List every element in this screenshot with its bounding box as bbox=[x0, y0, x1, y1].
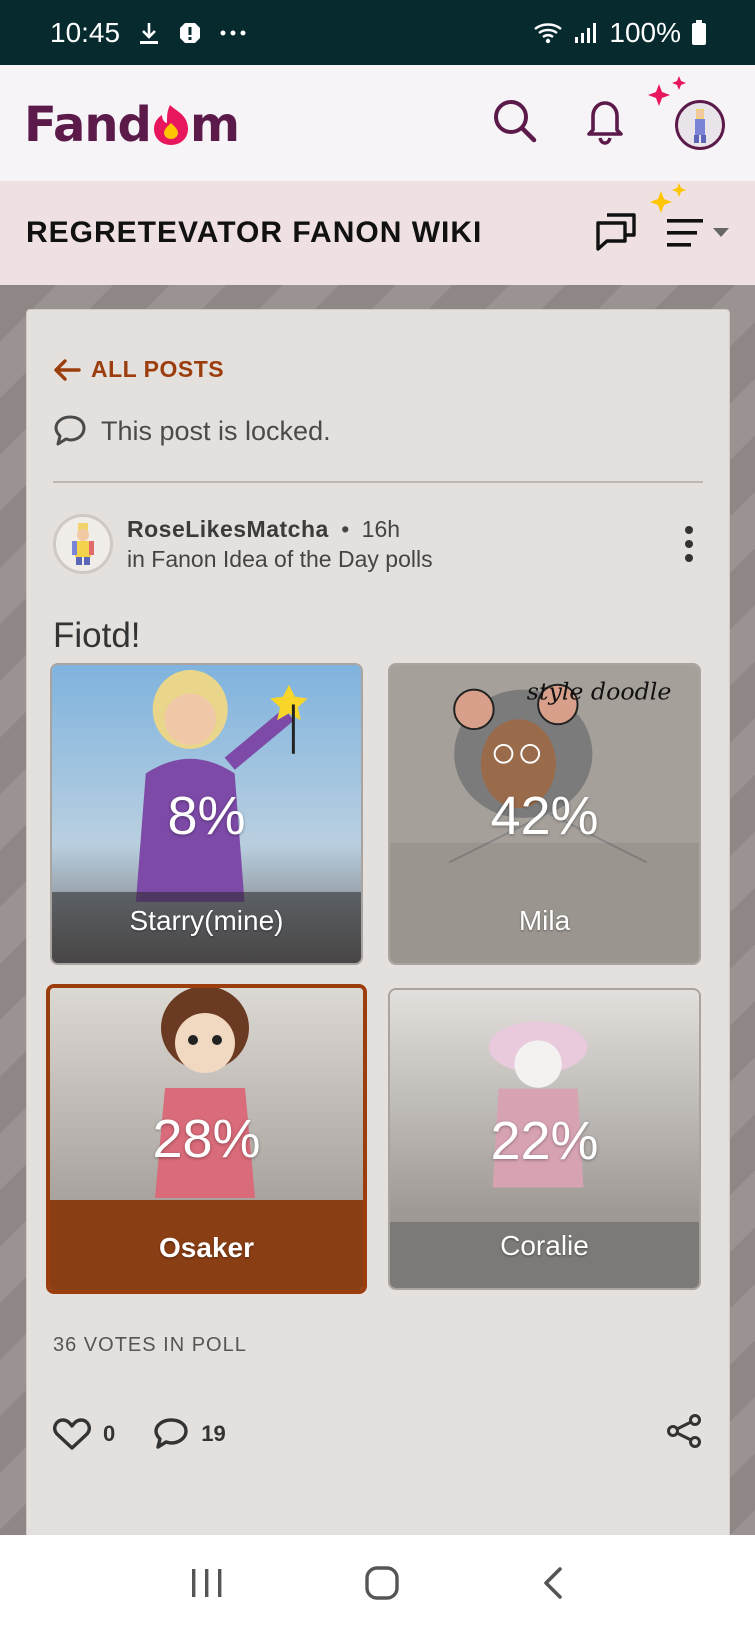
author-avatar[interactable] bbox=[53, 514, 113, 574]
signal-icon bbox=[573, 21, 599, 45]
alert-icon bbox=[178, 21, 202, 45]
poll-option-starry[interactable]: 8% Starry(mine) bbox=[50, 663, 363, 965]
locked-notice: This post is locked. bbox=[53, 414, 331, 448]
wiki-bar: REGRETEVATOR FANON WIKI bbox=[0, 181, 755, 285]
author-name[interactable]: RoseLikesMatcha bbox=[127, 516, 329, 542]
more-dot bbox=[685, 554, 693, 562]
svg-text:Fand: Fand bbox=[24, 97, 151, 153]
battery-text: 100% bbox=[609, 16, 681, 48]
chevron-down-icon bbox=[713, 228, 729, 237]
poll-percent: 8% bbox=[167, 786, 246, 846]
comment-icon bbox=[154, 1418, 188, 1449]
fandom-header: Fand m bbox=[0, 65, 755, 181]
post-category[interactable]: in Fanon Idea of the Day polls bbox=[127, 544, 433, 574]
all-posts-label: ALL POSTS bbox=[91, 356, 225, 382]
download-icon bbox=[138, 21, 160, 45]
poll-option-mila[interactable]: style doodle 42% Mila bbox=[388, 663, 701, 965]
home-icon[interactable] bbox=[364, 1565, 400, 1606]
all-posts-link[interactable]: ALL POSTS bbox=[53, 356, 224, 383]
wiki-title[interactable]: REGRETEVATOR FANON WIKI bbox=[26, 216, 482, 250]
avatar-icon bbox=[675, 100, 725, 150]
menu-icon[interactable] bbox=[650, 183, 729, 249]
status-time: 10:45 bbox=[50, 16, 121, 48]
svg-text:m: m bbox=[190, 97, 239, 153]
post-actions: 0 19 bbox=[53, 1414, 703, 1454]
user-avatar[interactable] bbox=[648, 76, 725, 150]
like-button[interactable]: 0 bbox=[53, 1417, 115, 1451]
divider bbox=[53, 481, 703, 483]
arrow-left-icon bbox=[54, 358, 81, 381]
post-time: 16h bbox=[361, 516, 401, 542]
wifi-icon bbox=[533, 21, 563, 45]
poll-label: Mila bbox=[518, 905, 571, 936]
comment-count: 19 bbox=[201, 1421, 226, 1446]
heart-icon bbox=[53, 1418, 91, 1450]
like-count: 0 bbox=[103, 1421, 116, 1446]
more-dot bbox=[685, 526, 693, 534]
more-options-button[interactable] bbox=[675, 522, 703, 566]
back-icon[interactable] bbox=[541, 1566, 565, 1605]
battery-icon bbox=[691, 19, 707, 46]
poll-label: Starry(mine) bbox=[129, 905, 284, 936]
poll-percent: 28% bbox=[152, 1109, 261, 1169]
poll-label: Coralie bbox=[500, 1230, 589, 1261]
more-dot bbox=[685, 540, 693, 548]
poll-votes-count: 36 VOTES IN POLL bbox=[53, 1334, 247, 1356]
separator-dot: • bbox=[341, 516, 350, 542]
poll-option-osaker[interactable]: 28% Osaker bbox=[46, 984, 367, 1294]
bell-icon[interactable] bbox=[585, 96, 625, 151]
poll-percent: 22% bbox=[490, 1111, 599, 1171]
locked-text: This post is locked. bbox=[101, 415, 331, 446]
doodle-caption: style doodle bbox=[527, 678, 672, 706]
discussions-icon[interactable] bbox=[595, 211, 637, 256]
share-icon bbox=[667, 1414, 701, 1448]
fandom-logo[interactable]: Fand m bbox=[24, 93, 274, 153]
poll-label: Osaker bbox=[159, 1232, 254, 1263]
status-bar: 10:45 100% bbox=[0, 0, 755, 65]
comment-icon bbox=[54, 415, 86, 446]
comments-button[interactable]: 19 bbox=[153, 1417, 226, 1451]
poll-percent: 42% bbox=[490, 786, 599, 846]
share-button[interactable] bbox=[665, 1414, 703, 1454]
author-row: RoseLikesMatcha • 16h in Fanon Idea of t… bbox=[53, 512, 703, 576]
more-dots-icon bbox=[220, 29, 246, 37]
search-icon[interactable] bbox=[491, 97, 539, 150]
post-card: ALL POSTS This post is locked. RoseLikes… bbox=[26, 309, 730, 1549]
recent-apps-icon[interactable] bbox=[190, 1567, 224, 1604]
sparkle-icon bbox=[650, 183, 686, 213]
system-nav-bar bbox=[0, 1535, 755, 1636]
post-title: Fiotd! bbox=[53, 616, 141, 655]
fandom-logo-graphic: Fand m bbox=[24, 97, 240, 153]
poll-option-coralie[interactable]: 22% Coralie bbox=[388, 988, 701, 1290]
